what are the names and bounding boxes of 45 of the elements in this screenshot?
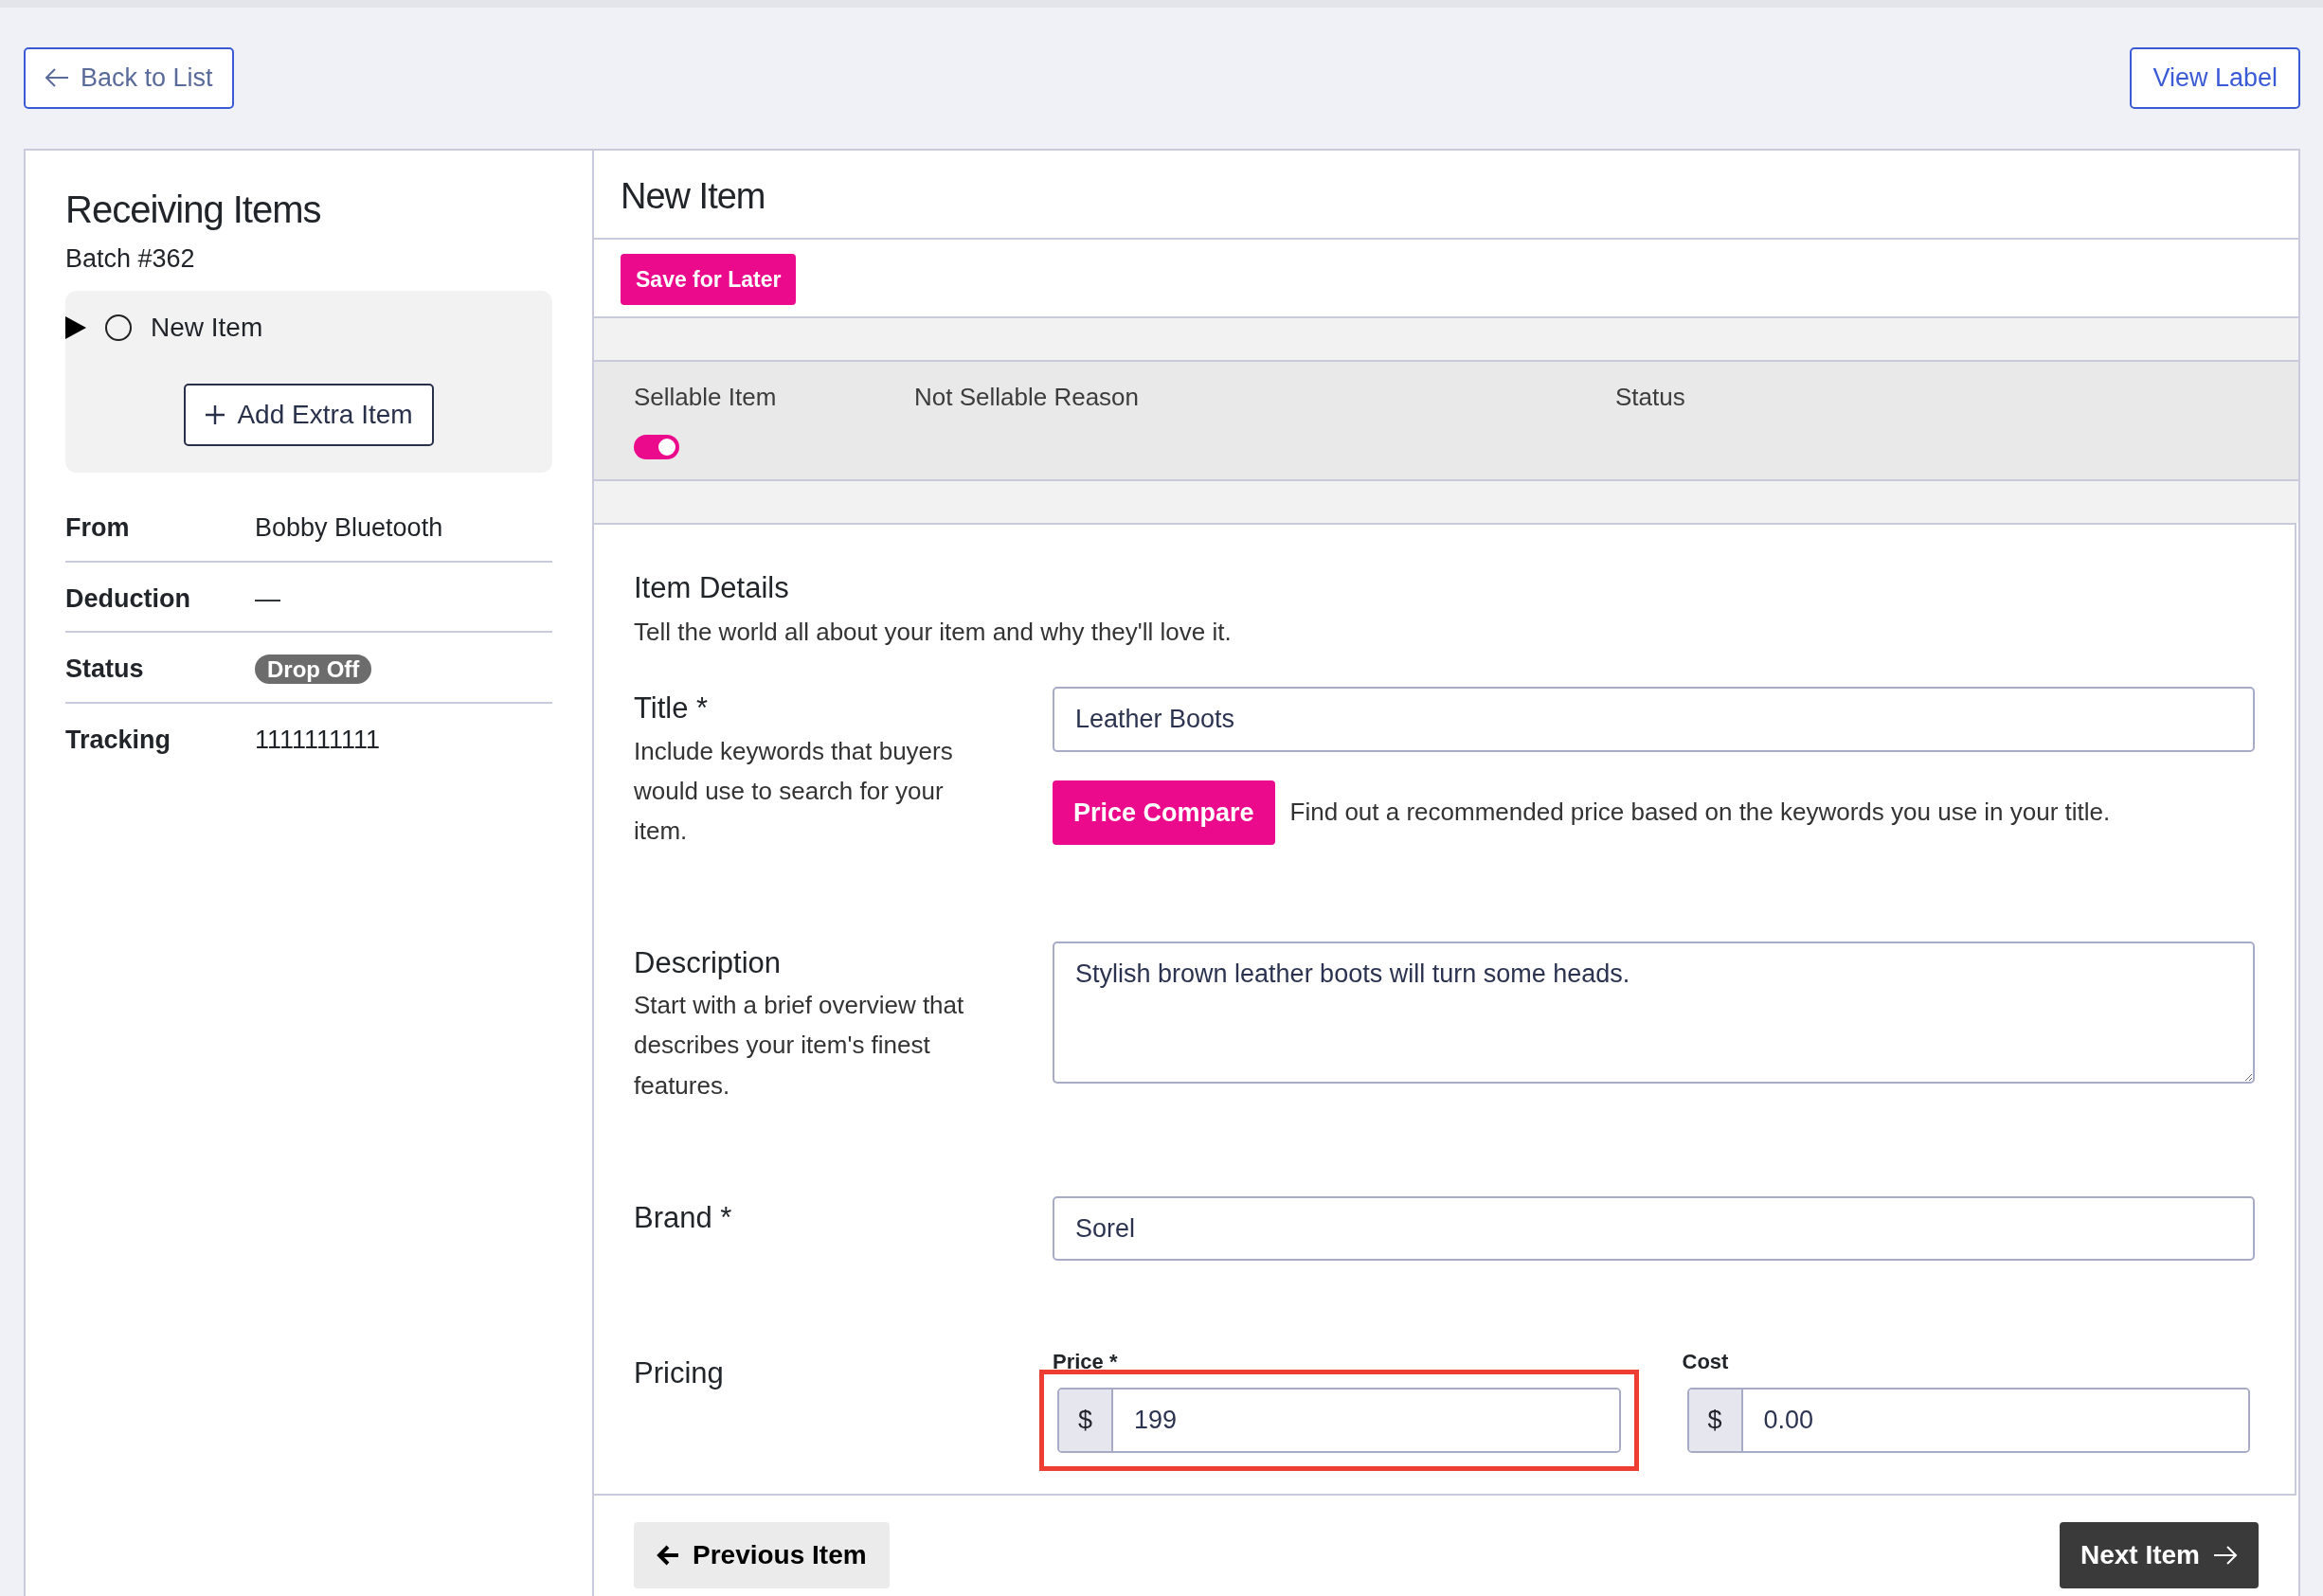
save-for-later-button[interactable]: Save for Later [621, 253, 797, 305]
field-help-text: Include keywords that buyers would use to search for your item. [634, 735, 954, 847]
detail-label: Tracking [65, 724, 172, 756]
field-label: Pricing [634, 1355, 725, 1392]
arrow-left-icon [657, 1544, 679, 1566]
arrow-right-icon [2213, 1544, 2238, 1566]
radio-button[interactable] [105, 314, 132, 341]
tree-item-label[interactable]: New Item [151, 308, 263, 348]
currency-field[interactable]: $ 199 [1057, 1388, 1621, 1453]
sidebar-title: Receiving Items [65, 187, 322, 232]
field-help-text: Start with a brief overview that describes your item's finest features. [634, 990, 965, 1102]
add-extra-item-button[interactable]: Add Extra Item [184, 384, 434, 446]
section-subtitle: Tell the world all about your item and why they'll love it. [634, 617, 1233, 648]
currency-field[interactable]: $ 0.00 [1686, 1388, 2250, 1453]
back-button[interactable]: Back to List [24, 47, 234, 109]
price-compare-button[interactable]: Price Compare [1053, 780, 1275, 845]
arrow-left-icon [45, 67, 69, 89]
sellable-toggle[interactable] [634, 434, 679, 459]
plus-icon [205, 404, 226, 425]
field-label: Description [634, 944, 783, 981]
detail-label: Status [65, 654, 145, 685]
price-compare-note: Find out a recommended price based on the keywords you use in your title. [1289, 797, 2111, 829]
detail-label: Deduction [65, 583, 191, 615]
field-label: Brand * [634, 1199, 733, 1236]
price-label: Price * [1053, 1349, 1119, 1376]
view-label-button[interactable]: View Label [2130, 47, 2300, 109]
detail-value: 1111111111 [255, 724, 381, 756]
detail-value: Bobby Bluetooth [255, 512, 443, 544]
column-heading: Sellable Item [634, 382, 777, 411]
field-label: Title * [634, 690, 710, 726]
column-heading: Status [1615, 382, 1685, 411]
section-title: Item Details [634, 569, 790, 606]
next-item-button[interactable]: Next Item [2059, 1521, 2259, 1588]
detail-label: From [65, 512, 131, 544]
caret-icon[interactable] [65, 316, 86, 339]
description-field[interactable]: Stylish brown leather boots will turn some heads. [1053, 941, 2255, 1084]
status-badge: Drop Off [255, 655, 372, 684]
page-title: New Item [621, 175, 765, 216]
text-field[interactable]: Sorel [1053, 1195, 2255, 1262]
price-label: Cost [1682, 1349, 1730, 1376]
detail-value: — [255, 583, 280, 615]
text-field[interactable]: Leather Boots [1053, 687, 2255, 752]
batch-number: Batch #362 [65, 242, 196, 275]
previous-item-button[interactable]: Previous Item [634, 1521, 890, 1588]
column-heading: Not Sellable Reason [914, 382, 1140, 411]
